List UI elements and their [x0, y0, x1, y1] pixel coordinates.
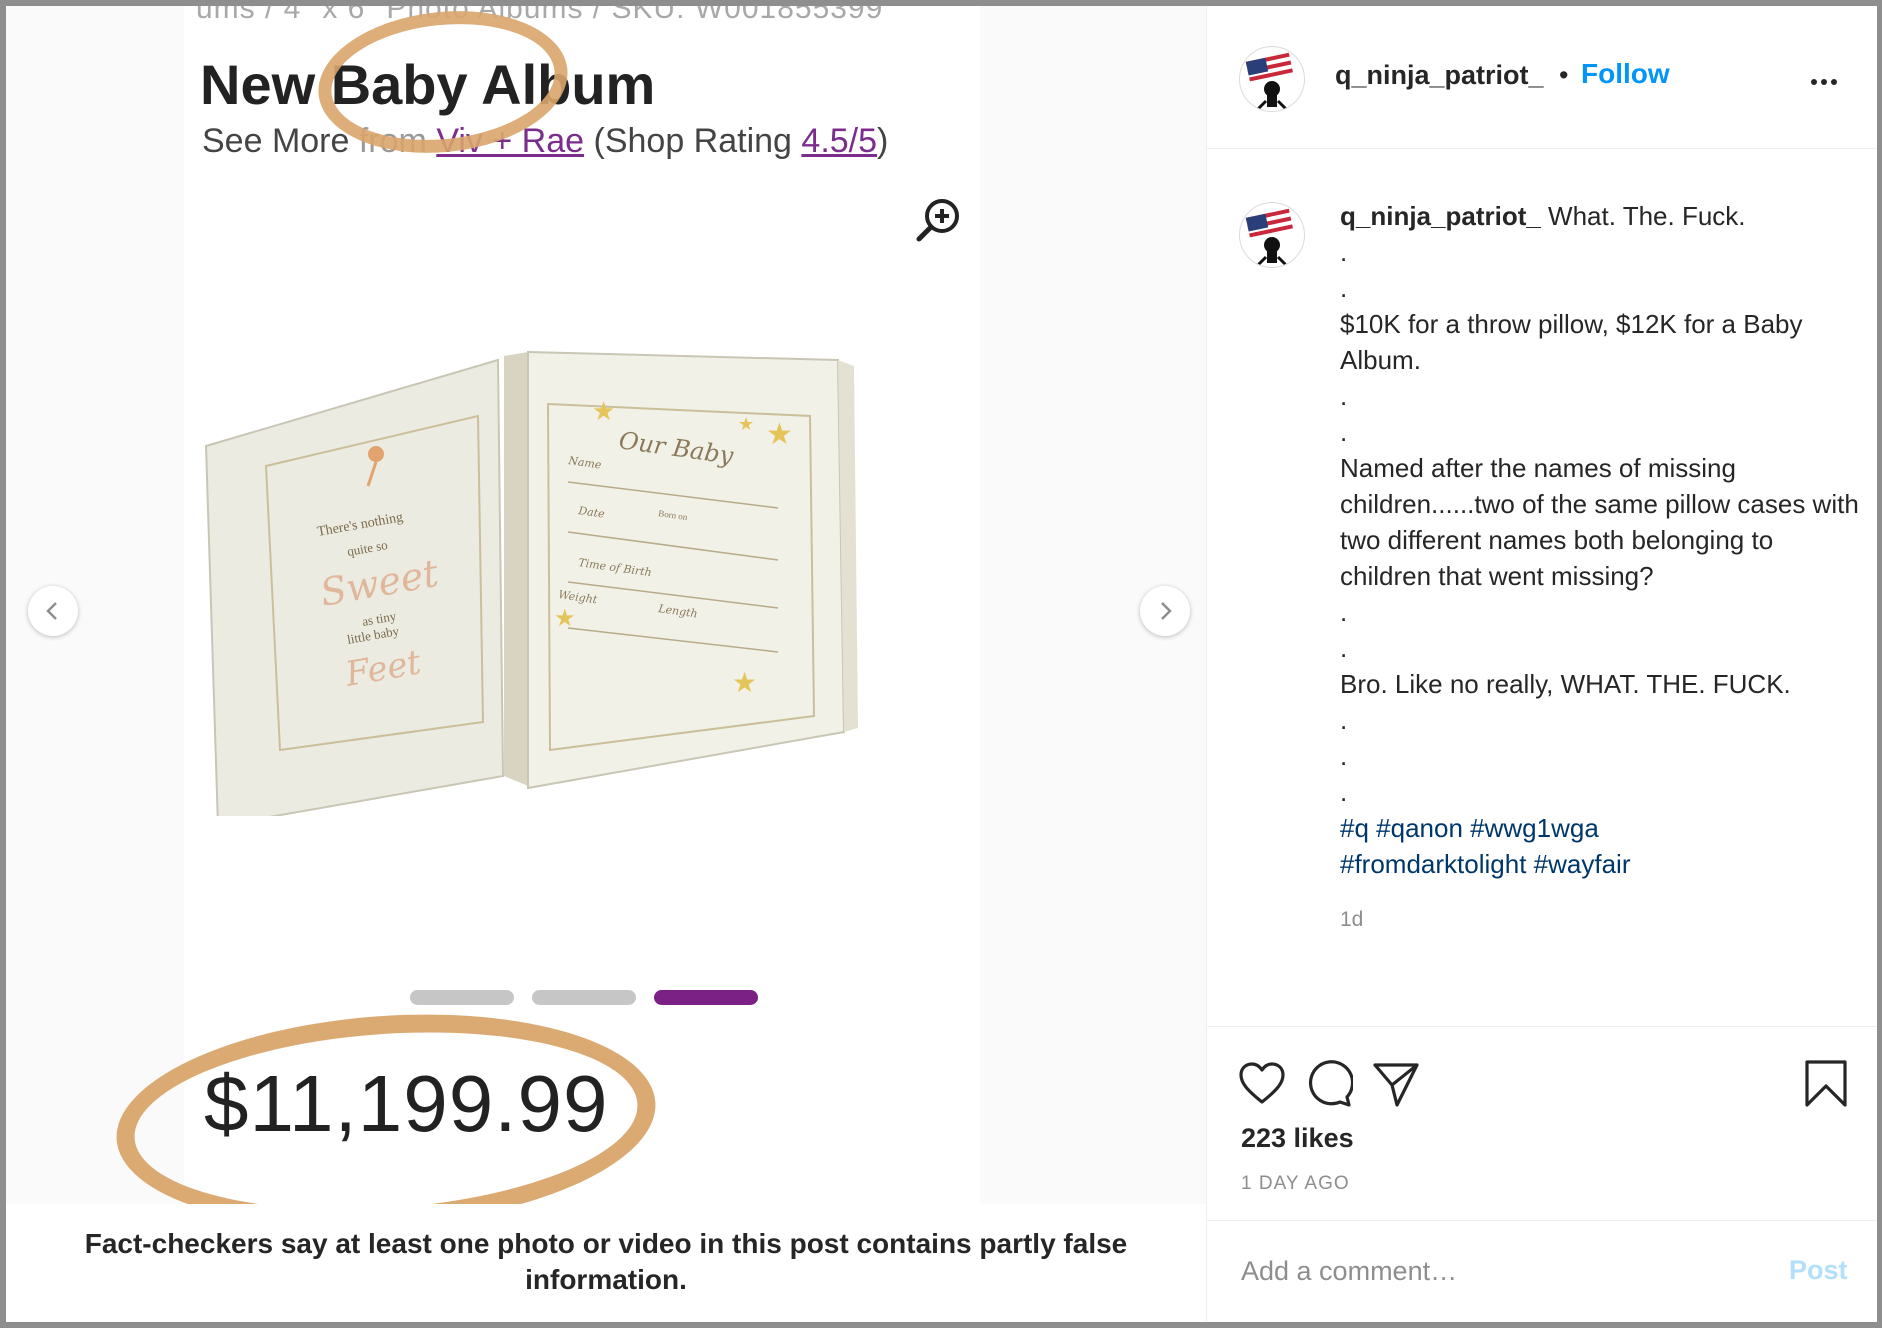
caption-line: . — [1340, 417, 1348, 447]
caption-line: Named after the names of missing childre… — [1340, 453, 1859, 591]
next-image-button[interactable] — [1140, 586, 1190, 636]
caption-line: . — [1340, 237, 1348, 267]
shop-rating-prefix: (Shop Rating — [584, 122, 802, 160]
header-username[interactable]: q_ninja_patriot_ — [1335, 60, 1544, 91]
product-screenshot: ums / 4" x 6" Photo Albums / SKU: W00185… — [184, 6, 980, 1204]
comment-icon[interactable] — [1303, 1059, 1353, 1109]
comment-bar: Post — [1207, 1220, 1877, 1323]
caption-timestamp[interactable]: 1d — [1340, 902, 1860, 938]
post-time-ago[interactable]: 1 DAY AGO — [1241, 1173, 1350, 1195]
post-media[interactable]: ums / 4" x 6" Photo Albums / SKU: W00185… — [6, 6, 1206, 1204]
caption-line: . — [1340, 741, 1348, 771]
fact-check-warning[interactable]: Fact-checkers say at least one photo or … — [6, 1204, 1206, 1322]
caption-line: . — [1340, 273, 1348, 303]
shop-rating-suffix: ) — [877, 122, 889, 160]
carousel-dot-active — [654, 990, 758, 1005]
more-dot-icon — [1821, 79, 1827, 85]
post-actions: 223 likes 1 DAY AGO — [1207, 1026, 1877, 1223]
hashtag-link[interactable]: #q — [1340, 813, 1369, 843]
see-more-label: See More — [202, 122, 350, 160]
chevron-left-icon — [46, 602, 57, 620]
caption-line: . — [1340, 597, 1348, 627]
see-more-line: See More from Viv + Rae (Shop Rating 4.5… — [202, 122, 888, 161]
hashtag-link[interactable]: #wayfair — [1534, 849, 1631, 879]
bookmark-icon[interactable] — [1801, 1059, 1851, 1109]
carousel-dot — [532, 990, 636, 1005]
caption-line: . — [1340, 705, 1348, 735]
caption-line: . — [1340, 381, 1348, 411]
more-dot-icon — [1831, 79, 1837, 85]
share-icon[interactable] — [1371, 1059, 1421, 1109]
caption-line: $10K for a throw pillow, $12K for a Baby… — [1340, 309, 1803, 375]
avatar[interactable] — [1239, 46, 1305, 112]
zoom-in-icon — [916, 199, 959, 242]
hashtag-link[interactable]: #fromdarktolight — [1340, 849, 1526, 879]
svg-text:★: ★ — [766, 418, 793, 451]
heart-icon[interactable] — [1237, 1059, 1287, 1109]
product-carousel-dots — [410, 990, 776, 1010]
product-breadcrumb: ums / 4" x 6" Photo Albums / SKU: W00185… — [196, 6, 884, 25]
carousel-dot — [410, 990, 514, 1005]
hashtag-link[interactable]: #qanon — [1376, 813, 1463, 843]
flag-ninja-avatar-icon — [1245, 52, 1295, 111]
svg-text:★: ★ — [732, 667, 757, 698]
follow-button[interactable]: Follow — [1581, 58, 1670, 90]
svg-text:★: ★ — [554, 605, 576, 632]
caption-username[interactable]: q_ninja_patriot_ — [1340, 201, 1541, 231]
caption-line: Bro. Like no really, WHAT. THE. FUCK. — [1340, 669, 1791, 699]
post-header: q_ninja_patriot_ • Follow — [1207, 6, 1877, 149]
caption-line: What. The. Fuck. — [1540, 201, 1746, 231]
more-dot-icon — [1811, 79, 1817, 85]
post-caption: q_ninja_patriot_ What. The. Fuck. . . $1… — [1340, 198, 1860, 938]
header-separator: • — [1559, 60, 1569, 90]
chevron-right-icon — [1161, 602, 1172, 620]
hashtag-link[interactable]: #wwg1wga — [1470, 813, 1599, 843]
caption-avatar[interactable] — [1239, 202, 1305, 268]
post-sidebar: q_ninja_patriot_ • Follow q_ninja_patrio… — [1206, 6, 1877, 1322]
likes-count[interactable]: 223 likes — [1241, 1123, 1354, 1154]
comment-input[interactable] — [1241, 1251, 1711, 1291]
baby-album-image: There's nothing quite so Sweet as tiny l… — [204, 350, 858, 816]
more-options-button[interactable] — [1809, 58, 1849, 94]
flag-ninja-avatar-icon — [1245, 208, 1295, 267]
svg-text:★: ★ — [592, 396, 615, 426]
post-comment-button[interactable]: Post — [1789, 1255, 1848, 1286]
previous-image-button[interactable] — [28, 586, 78, 636]
fact-check-text: Fact-checkers say at least one photo or … — [84, 1228, 1128, 1295]
caption-line: . — [1340, 633, 1348, 663]
svg-text:★: ★ — [738, 414, 754, 434]
caption-line: . — [1340, 777, 1348, 807]
shop-rating-link: 4.5/5 — [801, 122, 878, 160]
